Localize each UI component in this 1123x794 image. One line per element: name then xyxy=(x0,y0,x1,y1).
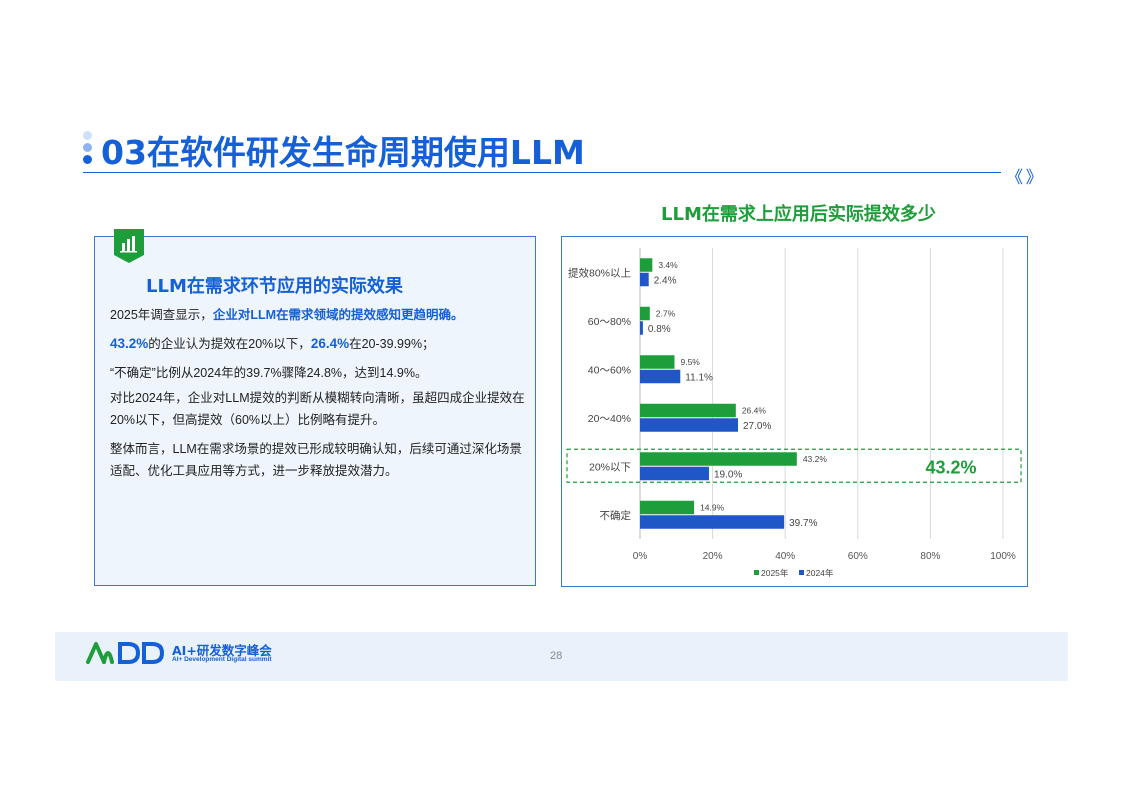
stat-26-4: 26.4% xyxy=(310,336,350,351)
paragraph-3: “不确定”比例从2024年的39.7%骤降24.8%，达到14.9%。 xyxy=(110,366,428,380)
paragraph-1: 2025年调查显示，企业对LLM在需求领域的提效感知更趋明确。 xyxy=(110,304,464,326)
bar-2025 xyxy=(640,306,650,321)
title-decoration-dots xyxy=(83,131,93,167)
page-number: 28 xyxy=(550,650,563,662)
data-label-2024: 2.4% xyxy=(654,275,677,286)
double-chevron-icon: 《 》 xyxy=(1006,168,1043,187)
bar-2024 xyxy=(640,272,649,287)
x-tick-label: 0% xyxy=(633,551,648,562)
bar-2025 xyxy=(640,258,653,272)
bar-2024 xyxy=(640,321,643,335)
category-label: 60～80% xyxy=(588,316,631,328)
bar-2025 xyxy=(640,355,675,369)
paragraph-5-line-1: 整体而言，LLM在需求场景的提效已形成较明确认知，后续可通过深化场景 xyxy=(110,442,522,456)
data-label-2025: 2.7% xyxy=(656,308,676,318)
data-label-2024: 27.0% xyxy=(743,421,771,432)
paragraph-2-text-b: 在20-39.99%； xyxy=(349,337,435,351)
paragraph-2: 43.2%的企业认为提效在20%以下，26.4%在20-39.99%； xyxy=(110,333,435,355)
x-tick-label: 100% xyxy=(990,551,1016,562)
efficiency-bar-chart: 0% 20% 40% 60% 80% 100% 43.2% 提效80%以上 3.4% 2.4% 60… xyxy=(566,248,1022,578)
bar-2024 xyxy=(640,466,709,481)
bar-2025 xyxy=(640,500,695,515)
category-label: 20～40% xyxy=(588,413,631,425)
stat-43-2: 43.2% xyxy=(110,336,149,351)
brand-subtitle: AI+ Development Digital summit xyxy=(172,656,272,663)
legend-swatch-2024 xyxy=(799,570,804,575)
x-tick-label: 80% xyxy=(920,551,940,562)
x-tick-label: 40% xyxy=(775,551,795,562)
paragraph-1-text: 2025年调查显示， xyxy=(110,308,213,322)
x-tick-label: 20% xyxy=(703,551,723,562)
data-label-2025: 9.5% xyxy=(680,357,700,367)
aidd-logo xyxy=(86,642,165,664)
bar-2024 xyxy=(640,515,785,529)
bar-2024 xyxy=(640,369,681,384)
legend-swatch-2025 xyxy=(754,570,759,575)
paragraph-4-line-2: 20%以下，但高提效（60%以上）比例略有提升。 xyxy=(110,413,386,427)
category-label: 40～60% xyxy=(588,364,631,376)
data-label-2025: 26.4% xyxy=(742,405,767,415)
paragraph-5-line-2: 适配、优化工具应用等方式，进一步释放提效潜力。 xyxy=(110,464,398,478)
data-label-2024: 11.1% xyxy=(685,372,713,383)
data-label-2025: 43.2% xyxy=(803,454,828,464)
data-label-2024: 0.8% xyxy=(648,324,671,335)
legend-label-2024: 2024年 xyxy=(806,568,834,578)
chart-title: LLM在需求上应用后实际提效多少 xyxy=(661,204,936,225)
data-label-2024: 39.7% xyxy=(789,518,817,529)
bar-2025 xyxy=(640,403,736,418)
data-label-2025: 3.4% xyxy=(658,260,678,270)
bar-2024 xyxy=(640,418,739,432)
title-divider xyxy=(83,172,1001,173)
category-label: 20%以下 xyxy=(589,461,631,473)
bar-chart-badge-icon xyxy=(114,229,144,263)
data-label-2024: 19.0% xyxy=(714,469,742,480)
paragraph-2-text-a: 的企业认为提效在20%以下， xyxy=(148,337,311,351)
paragraph-4-line-1: 对比2024年，企业对LLM提效的判断从模糊转向清晰，虽超四成企业提效在 xyxy=(110,391,525,405)
x-tick-label: 60% xyxy=(848,551,868,562)
paragraph-1-highlight: 企业对LLM在需求领域的提效感知更趋明确。 xyxy=(212,308,464,322)
highlight-label: 43.2% xyxy=(925,457,976,477)
page-title: 03在软件研发生命周期使用LLM xyxy=(101,133,585,172)
data-label-2025: 14.9% xyxy=(700,502,725,512)
panel-heading: LLM在需求环节应用的实际效果 xyxy=(146,276,403,297)
legend-label-2025: 2025年 xyxy=(761,568,789,578)
category-label: 提效80%以上 xyxy=(568,266,631,279)
bar-2025 xyxy=(640,452,797,466)
category-label: 不确定 xyxy=(600,509,632,522)
